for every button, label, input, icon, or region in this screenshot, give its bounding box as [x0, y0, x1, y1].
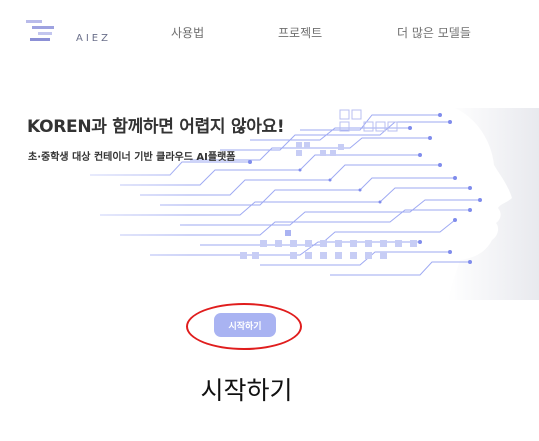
logo[interactable]: AIEZ — [26, 18, 108, 46]
annotation-caption-text: 시작하기 — [200, 376, 293, 405]
logo-mark-icon — [26, 20, 54, 41]
hero-subtitle: 초·중학생 대상 컨테이너 기반 클라우드 AI플랫폼 — [28, 152, 236, 163]
page: AIEZ 사용법 프로젝트 더 많은 모델들 KOREN과 함께하면 어렵지 않… — [0, 0, 539, 441]
hero-title: KOREN과 함께하면 어렵지 않아요! — [27, 117, 285, 137]
annotation-caption: 시작하기 — [0, 371, 539, 407]
start-button[interactable]: 시작하기 — [214, 313, 276, 337]
nav-how-to-use[interactable]: 사용법 — [171, 24, 204, 41]
nav-more-models[interactable]: 더 많은 모델들 — [397, 24, 471, 41]
nav-projects[interactable]: 프로젝트 — [278, 24, 322, 41]
logo-text: AIEZ — [76, 33, 111, 44]
